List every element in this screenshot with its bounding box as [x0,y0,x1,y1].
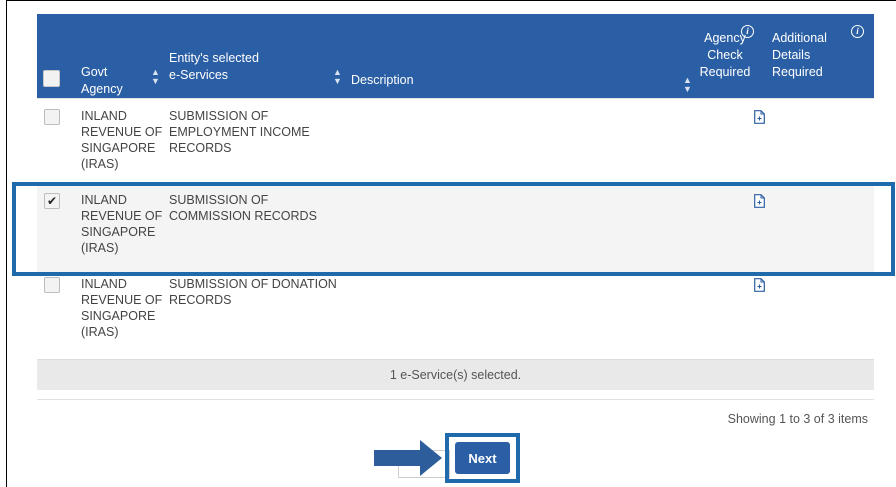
agency-cell: INLAND REVENUE OF SINGAPORE (IRAS) [81,109,163,171]
grid-header: Govt Agency ▲ ▼ Entity's selected e-Servi… [37,14,874,98]
header-additional-details-required[interactable]: Additional Details Required [772,30,827,81]
service-cell: SUBMISSION OF EMPLOYMENT INCOME RECORDS [169,109,310,155]
agency-cell: INLAND REVENUE OF SINGAPORE (IRAS) [81,277,163,339]
header-govt-agency[interactable]: Govt Agency [81,64,123,98]
add-document-icon[interactable] [754,110,765,124]
service-cell: SUBMISSION OF DONATION RECORDS [169,277,337,307]
row-checkbox[interactable] [44,277,60,293]
header-selected-services[interactable]: Entity's selected e-Services [169,50,259,84]
selection-summary: 1 e-Service(s) selected. [37,359,874,390]
next-button[interactable]: Next [455,442,510,474]
sort-icon[interactable]: ▲ ▼ [151,68,160,86]
grid-bottom-border [37,399,874,400]
row-checkbox[interactable] [44,109,60,125]
info-icon[interactable]: i [741,25,754,38]
arrow-right-icon [374,440,442,476]
select-all-checkbox[interactable] [43,70,60,87]
add-document-icon[interactable] [754,278,765,292]
table-row[interactable]: INLAND REVENUE OF SINGAPORE (IRAS) SUBMI… [37,98,874,183]
table-row[interactable]: INLAND REVENUE OF SINGAPORE (IRAS) SUBMI… [37,272,874,359]
info-icon[interactable]: i [851,25,864,38]
page-border-left [6,0,7,487]
paging-info: Showing 1 to 3 of 3 items [727,412,868,426]
sort-icon[interactable]: ▲ ▼ [333,68,342,86]
header-description[interactable]: Description [351,72,414,89]
page-border-top [6,0,896,1]
selected-row-highlight [12,182,895,276]
sort-icon[interactable]: ▲ ▼ [683,76,692,94]
